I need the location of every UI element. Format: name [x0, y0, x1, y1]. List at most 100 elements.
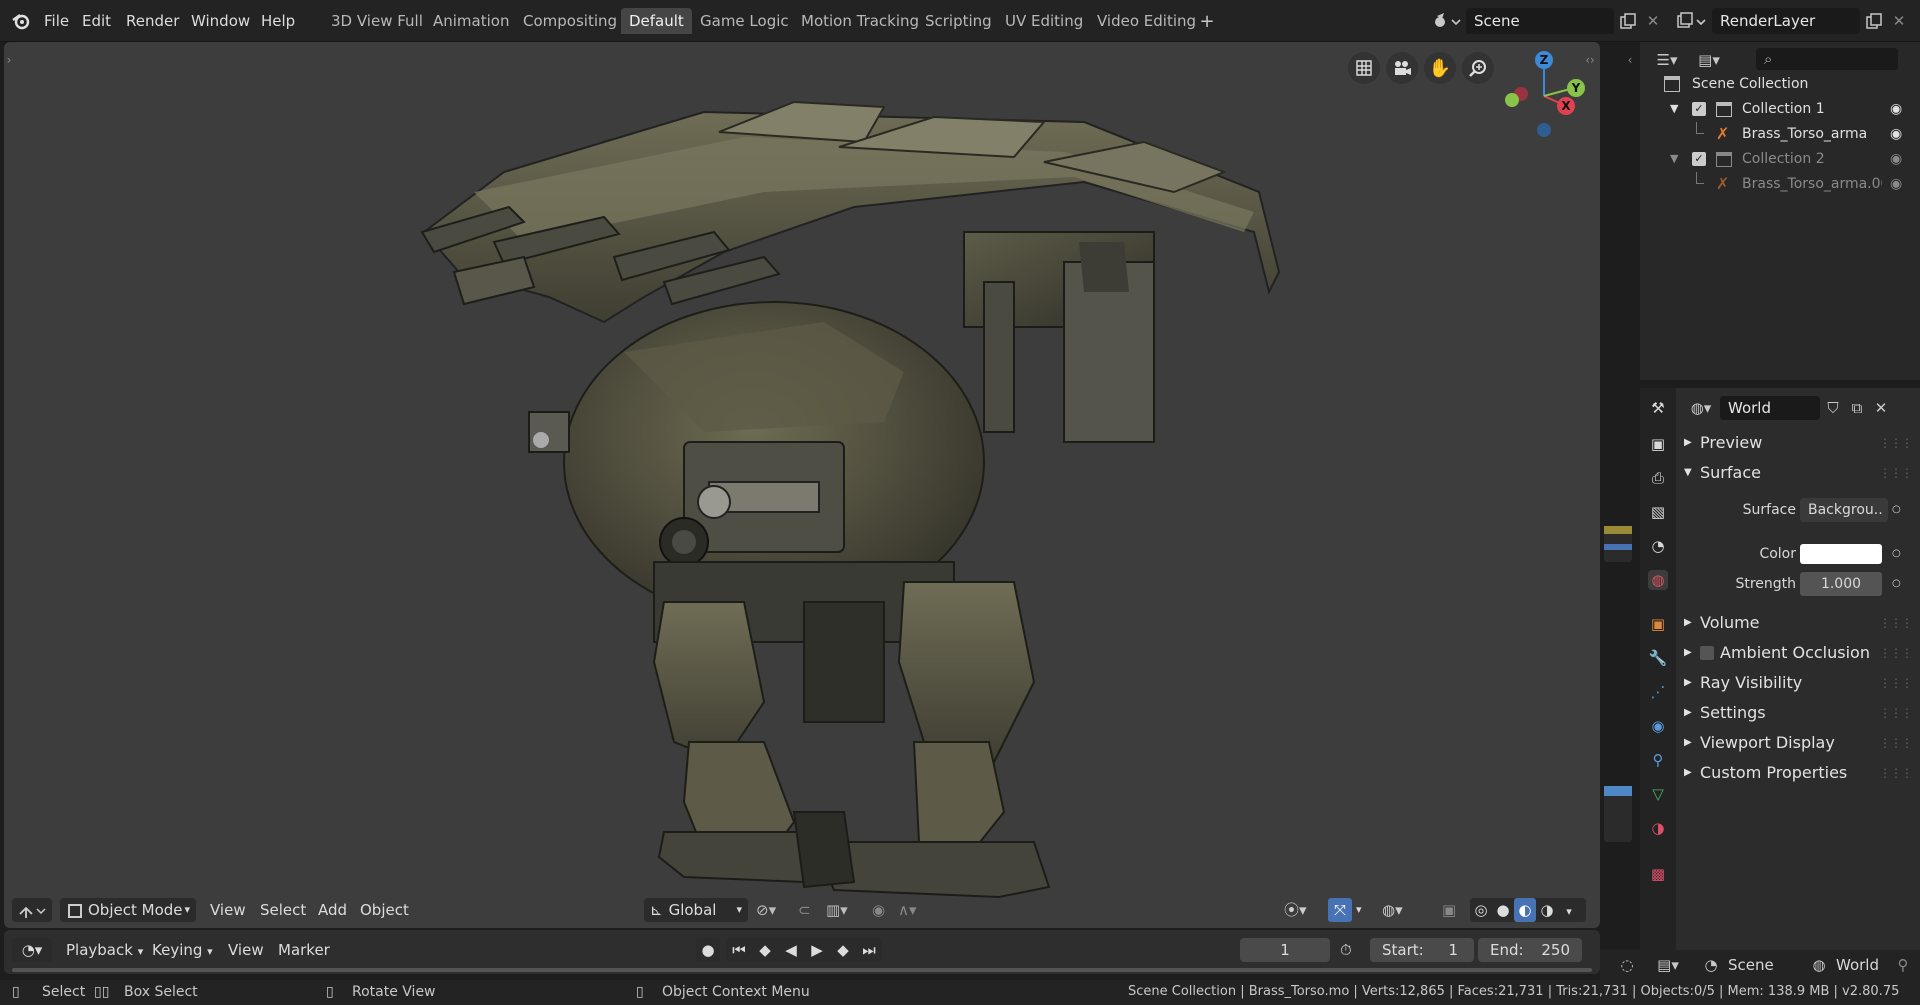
panel-preview[interactable]: ▶ Preview ⋮⋮⋮ — [1676, 430, 1920, 456]
include-checkbox[interactable]: ✓ — [1692, 102, 1706, 116]
outliner-search-input[interactable]: ⌕ — [1756, 48, 1898, 70]
collapse-arrow-icon[interactable]: ‹ — [1622, 50, 1638, 70]
drag-grip-icon[interactable]: ⋮⋮⋮ — [1879, 730, 1913, 756]
node-link-icon[interactable]: ○ — [1892, 498, 1901, 522]
particles-properties-icon[interactable]: ⋰ — [1648, 682, 1668, 702]
tab-default[interactable]: Default — [621, 8, 692, 34]
viewport-menu-view[interactable]: View — [210, 898, 246, 922]
tab-3d-view-full[interactable]: 3D View Full — [323, 8, 431, 34]
data-properties-icon[interactable]: ▽ — [1648, 784, 1668, 804]
add-workspace-icon[interactable]: + — [1196, 10, 1218, 32]
solid-shading-icon[interactable]: ● — [1492, 898, 1514, 922]
fake-user-shield-icon[interactable]: ⛉ — [1822, 396, 1844, 420]
end-frame-field[interactable]: End: 250 — [1478, 938, 1582, 962]
navigation-gizmo[interactable]: Z X Y — [1496, 48, 1592, 148]
world-browse-icon[interactable]: ◍▾ — [1684, 396, 1718, 420]
viewport-menu-add[interactable]: Add — [318, 898, 347, 922]
editor-type-icon[interactable] — [12, 898, 52, 922]
menu-window[interactable]: Window — [191, 8, 250, 34]
object-properties-icon[interactable]: ▣ — [1648, 614, 1668, 634]
viewport-menu-select[interactable]: Select — [260, 898, 306, 922]
gizmo-toggle-icon[interactable]: ⤧ — [1328, 898, 1352, 922]
wireframe-shading-icon[interactable]: ◎ — [1470, 898, 1492, 922]
tab-game-logic[interactable]: Game Logic — [692, 8, 797, 34]
proportional-edit-icon[interactable]: ◉ — [872, 898, 885, 922]
timeline-scrubber[interactable] — [12, 968, 1592, 972]
timeline-menu-keying[interactable]: Keying ▾ — [152, 938, 213, 962]
drag-grip-icon[interactable]: ⋮⋮⋮ — [1879, 610, 1913, 636]
footer-scene-label[interactable]: Scene — [1728, 956, 1774, 974]
new-view-layer-icon[interactable] — [1862, 9, 1886, 33]
tab-compositing[interactable]: Compositing — [515, 8, 625, 34]
area-splitter[interactable]: ‹ — [1600, 42, 1640, 980]
menu-edit[interactable]: Edit — [82, 8, 111, 34]
timeline-menu-marker[interactable]: Marker — [278, 938, 330, 962]
viewport-menu-object[interactable]: Object — [360, 898, 409, 922]
timeline-editor-type-icon[interactable]: ◔▾ — [12, 938, 52, 962]
current-frame-field[interactable]: 1 — [1240, 938, 1330, 962]
drag-grip-icon[interactable]: ⋮⋮⋮ — [1879, 460, 1913, 486]
material-shading-icon[interactable]: ◐ — [1514, 898, 1536, 922]
drag-grip-icon[interactable]: ⋮⋮⋮ — [1879, 760, 1913, 786]
scene-name-field[interactable]: Scene — [1466, 8, 1614, 34]
record-button[interactable]: ● — [696, 938, 720, 962]
sidebar-toggle-icon[interactable]: ‹› — [1582, 50, 1598, 70]
eye-icon[interactable]: ◉ — [1890, 122, 1902, 146]
tool-settings-icon[interactable]: ⚒ — [1648, 398, 1668, 418]
strength-field[interactable]: 1.000 — [1800, 572, 1882, 596]
snap-icon[interactable]: ⊂ — [798, 898, 811, 922]
output-properties-icon[interactable]: ⎙ — [1648, 468, 1668, 488]
eye-icon[interactable]: ◉ — [1890, 172, 1902, 196]
world-properties-icon[interactable]: ◍ — [1648, 570, 1668, 590]
chevron-down-icon[interactable]: ▾ — [1558, 900, 1580, 924]
outliner-row-armature-1[interactable]: ✗ Brass_Torso_arma ◉ — [1640, 122, 1920, 146]
panel-settings[interactable]: ▶ Settings ⋮⋮⋮ — [1676, 700, 1920, 726]
overlays-icon[interactable]: ◍▾ — [1382, 898, 1403, 922]
view-layer-selector-icon[interactable] — [1674, 9, 1710, 33]
constraints-properties-icon[interactable]: ⚲ — [1648, 750, 1668, 770]
surface-shader-dropdown[interactable]: Backgrou.. — [1800, 498, 1888, 522]
outliner-row-armature-2[interactable]: ✗ Brass_Torso_arma.001 ◉ — [1640, 172, 1920, 196]
outliner-editor-type-icon[interactable]: ☰▾ — [1650, 48, 1684, 72]
delete-scene-icon[interactable]: ✕ — [1642, 9, 1664, 33]
play-icon[interactable]: ▶ — [804, 938, 830, 962]
texture-properties-icon[interactable]: ▩ — [1648, 864, 1668, 884]
blender-logo-icon[interactable] — [10, 10, 32, 32]
tab-animation[interactable]: Animation — [425, 8, 517, 34]
render-properties-icon[interactable]: ▣ — [1648, 434, 1668, 454]
unlink-world-icon[interactable]: ✕ — [1870, 396, 1892, 420]
tab-video-editing[interactable]: Video Editing — [1089, 8, 1204, 34]
stopwatch-icon[interactable]: ⏱ — [1340, 938, 1352, 962]
gizmo-z-axis[interactable]: Z — [1535, 51, 1553, 69]
expand-arrow-icon[interactable]: ▼ — [1670, 147, 1678, 171]
expand-arrow-icon[interactable]: ▼ — [1670, 97, 1678, 121]
outliner-row-collection-1[interactable]: ▼ ✓ Collection 1 ◉ — [1640, 97, 1920, 121]
xray-icon[interactable]: ▣ — [1442, 898, 1456, 922]
material-properties-icon[interactable]: ◑ — [1648, 818, 1668, 838]
scene-properties-icon[interactable]: ◔ — [1648, 536, 1668, 556]
footer-world-label[interactable]: World — [1836, 956, 1879, 974]
panel-surface[interactable]: ▼ Surface ⋮⋮⋮ — [1676, 460, 1920, 486]
panel-volume[interactable]: ▶ Volume ⋮⋮⋮ — [1676, 610, 1920, 636]
play-reverse-icon[interactable]: ◀ — [778, 938, 804, 962]
timeline-menu-view[interactable]: View — [228, 938, 264, 962]
pin-icon[interactable]: ⚲ — [1892, 954, 1914, 976]
rendered-shading-icon[interactable]: ◑ — [1536, 898, 1558, 922]
pan-view-hand-icon[interactable]: ✋ — [1424, 52, 1456, 84]
start-frame-field[interactable]: Start: 1 — [1370, 938, 1474, 962]
transform-orientation-dropdown[interactable]: ⊾ Global ▾ — [644, 898, 748, 922]
drag-grip-icon[interactable]: ⋮⋮⋮ — [1879, 640, 1913, 666]
world-name-field[interactable]: World — [1720, 396, 1820, 420]
gizmo-dropdown-icon[interactable]: ▾ — [1356, 898, 1362, 922]
ambient-occlusion-checkbox[interactable] — [1700, 646, 1714, 660]
physics-properties-icon[interactable]: ◉ — [1648, 716, 1668, 736]
view-layer-properties-icon[interactable]: ▧ — [1648, 502, 1668, 522]
jump-start-icon[interactable]: ⏮ — [726, 938, 752, 962]
object-mode-dropdown[interactable]: Object Mode ▾ — [60, 898, 196, 922]
timeline-menu-playback[interactable]: Playback ▾ — [66, 938, 143, 962]
snap-target-icon[interactable]: ▥▾ — [826, 898, 848, 922]
drag-grip-icon[interactable]: ⋮⋮⋮ — [1879, 670, 1913, 696]
visibility-icon[interactable]: ⦿▾ — [1284, 898, 1307, 922]
gizmo-y-axis[interactable]: Y — [1567, 79, 1585, 97]
tab-motion-tracking[interactable]: Motion Tracking — [793, 8, 927, 34]
